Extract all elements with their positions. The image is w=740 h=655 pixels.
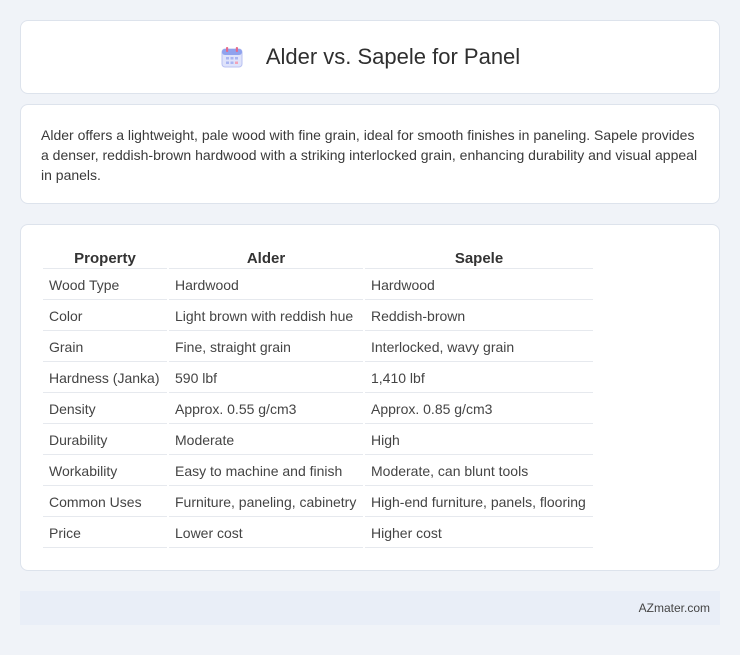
- cell-property: Common Uses: [43, 488, 167, 517]
- header-sapele: Sapele: [365, 247, 593, 269]
- cell-alder: Light brown with reddish hue: [169, 302, 363, 331]
- header-alder: Alder: [169, 247, 363, 269]
- cell-sapele: Approx. 0.85 g/cm3: [365, 395, 593, 424]
- header-property: Property: [43, 247, 167, 269]
- cell-property: Color: [43, 302, 167, 331]
- summary-text: Alder offers a lightweight, pale wood wi…: [41, 127, 698, 183]
- cell-alder: 590 lbf: [169, 364, 363, 393]
- cell-alder: Hardwood: [169, 271, 363, 300]
- title-card: Alder vs. Sapele for Panel: [20, 20, 720, 94]
- footer-site-link[interactable]: AZmater.com: [639, 601, 710, 615]
- cell-sapele: Reddish-brown: [365, 302, 593, 331]
- cell-sapele: Hardwood: [365, 271, 593, 300]
- summary-card: Alder offers a lightweight, pale wood wi…: [20, 104, 720, 204]
- cell-alder: Approx. 0.55 g/cm3: [169, 395, 363, 424]
- cell-sapele: Moderate, can blunt tools: [365, 457, 593, 486]
- cell-alder: Lower cost: [169, 519, 363, 548]
- cell-property: Grain: [43, 333, 167, 362]
- table-row: Wood Type Hardwood Hardwood: [43, 271, 593, 300]
- comparison-table: Property Alder Sapele Wood Type Hardwood…: [41, 245, 595, 550]
- table-row: Durability Moderate High: [43, 426, 593, 455]
- cell-alder: Easy to machine and finish: [169, 457, 363, 486]
- cell-property: Density: [43, 395, 167, 424]
- calendar-icon: [220, 45, 244, 69]
- table-row: Density Approx. 0.55 g/cm3 Approx. 0.85 …: [43, 395, 593, 424]
- table-row: Grain Fine, straight grain Interlocked, …: [43, 333, 593, 362]
- cell-alder: Furniture, paneling, cabinetry: [169, 488, 363, 517]
- cell-sapele: High-end furniture, panels, flooring: [365, 488, 593, 517]
- table-row: Common Uses Furniture, paneling, cabinet…: [43, 488, 593, 517]
- table-row: Workability Easy to machine and finish M…: [43, 457, 593, 486]
- cell-alder: Fine, straight grain: [169, 333, 363, 362]
- table-row: Price Lower cost Higher cost: [43, 519, 593, 548]
- table-row: Color Light brown with reddish hue Reddi…: [43, 302, 593, 331]
- cell-property: Durability: [43, 426, 167, 455]
- cell-sapele: High: [365, 426, 593, 455]
- footer: AZmater.com: [20, 591, 720, 625]
- table-row: Hardness (Janka) 590 lbf 1,410 lbf: [43, 364, 593, 393]
- table-header-row: Property Alder Sapele: [43, 247, 593, 269]
- cell-property: Wood Type: [43, 271, 167, 300]
- cell-sapele: 1,410 lbf: [365, 364, 593, 393]
- cell-property: Hardness (Janka): [43, 364, 167, 393]
- comparison-table-card: Property Alder Sapele Wood Type Hardwood…: [20, 224, 720, 571]
- cell-property: Workability: [43, 457, 167, 486]
- cell-sapele: Higher cost: [365, 519, 593, 548]
- cell-property: Price: [43, 519, 167, 548]
- cell-alder: Moderate: [169, 426, 363, 455]
- cell-sapele: Interlocked, wavy grain: [365, 333, 593, 362]
- page-title: Alder vs. Sapele for Panel: [265, 44, 521, 69]
